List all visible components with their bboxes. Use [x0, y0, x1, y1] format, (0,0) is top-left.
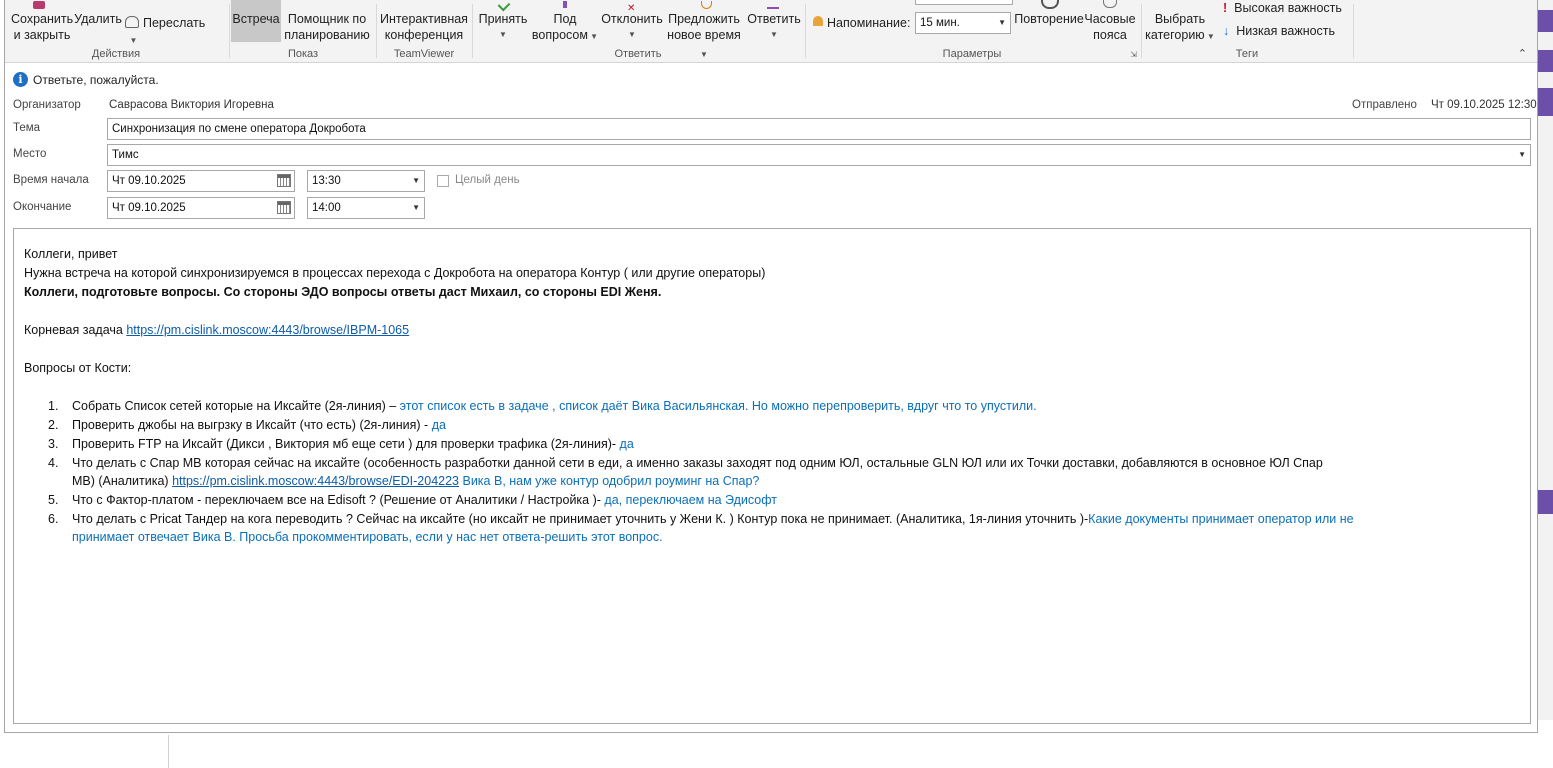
questions-title: Вопросы от Кости: — [24, 361, 132, 375]
chevron-down-icon[interactable]: ▼ — [412, 201, 420, 215]
all-day-checkbox[interactable] — [437, 175, 449, 187]
chevron-down-icon: ▼ — [1204, 32, 1215, 41]
low-importance-button[interactable]: ↓ Низкая важность — [1223, 23, 1335, 39]
reminder-select[interactable]: 15 мин. ▼ — [915, 12, 1011, 34]
chevron-down-icon: ▼ — [125, 36, 138, 45]
accept-button[interactable]: Принять ▼ — [473, 0, 533, 43]
chevron-down-icon[interactable]: ▼ — [412, 174, 420, 188]
timezones-button[interactable]: Часовые пояса — [1083, 0, 1137, 43]
info-text: Ответьте, пожалуйста. — [33, 72, 159, 87]
root-task-link[interactable]: https://pm.cislink.moscow:4443/browse/IB… — [126, 323, 409, 337]
recurrence-button[interactable]: Повторение — [1013, 0, 1085, 27]
chevron-down-icon: ▼ — [998, 18, 1006, 27]
group-label-reply: Ответить — [614, 48, 662, 60]
sent-label: Отправлено — [1352, 99, 1417, 111]
high-importance-icon: ! — [1223, 1, 1228, 15]
high-importance-button[interactable]: ! Высокая важность — [1223, 0, 1342, 16]
recurrence-icon — [1041, 0, 1059, 9]
low-importance-icon: ↓ — [1223, 24, 1230, 38]
chevron-down-icon: ▼ — [628, 30, 636, 39]
calendar-icon[interactable] — [277, 174, 291, 187]
group-label-show: Показ — [287, 48, 319, 60]
field-remnant — [915, 0, 1013, 5]
location-label: Место — [13, 148, 47, 160]
respond-icon — [767, 1, 779, 9]
message-body-editor[interactable]: Коллеги, привет Нужна встреча на которой… — [13, 228, 1531, 724]
all-day-label: Целый день — [455, 174, 520, 186]
background-window-right — [1537, 0, 1553, 720]
end-date-field[interactable]: Чт 09.10.2025 — [107, 197, 295, 219]
tentative-icon — [563, 1, 567, 8]
calendar-icon[interactable] — [277, 201, 291, 214]
meeting-window: Сохранить и закрыть Удалить Переслать ▼ … — [4, 0, 1538, 733]
decline-button[interactable]: ✕ Отклонить ▼ — [599, 3, 665, 43]
propose-time-icon — [701, 1, 712, 9]
meeting-view-button[interactable]: Встреча — [231, 0, 281, 42]
group-label-actions: Действия — [91, 48, 141, 60]
scheduling-assistant-button[interactable]: Помощник по планированию — [283, 11, 371, 43]
tentative-button[interactable]: Под вопросом ▼ — [529, 1, 601, 45]
respond-button[interactable]: Ответить ▼ — [745, 7, 803, 43]
sent-value: Чт 09.10.2025 12:30 — [1431, 99, 1537, 111]
teamviewer-conference-button[interactable]: Интерактивная конференция — [377, 11, 471, 43]
delete-button[interactable]: Удалить — [73, 11, 123, 27]
start-time-field[interactable]: 13:30 ▼ — [307, 170, 425, 192]
group-actions: Сохранить и закрыть Удалить Переслать ▼ … — [5, 0, 227, 62]
group-label-tags: Теги — [1235, 48, 1259, 60]
group-params: Напоминание: 15 мин. ▼ Повторение Часовы… — [807, 0, 1137, 62]
group-label-teamviewer: TeamViewer — [393, 48, 455, 60]
body-paragraph: Нужна встреча на которой синхронизируемс… — [24, 266, 766, 280]
save-close-icon — [33, 1, 45, 9]
forward-button[interactable]: Переслать ▼ — [125, 15, 221, 49]
organizer-value: Саврасова Виктория Игоревна — [109, 99, 274, 111]
info-bar: i Ответьте, пожалуйста. — [13, 72, 159, 87]
group-tags: Выбрать категорию ▼ ! Высокая важность ↓… — [1143, 0, 1351, 62]
categorize-button[interactable]: Выбрать категорию ▼ — [1143, 11, 1217, 45]
subject-field[interactable]: Синхронизация по смене оператора Докробо… — [107, 118, 1531, 140]
group-teamviewer: Интерактивная конференция TeamViewer — [377, 0, 471, 62]
end-time-field[interactable]: 14:00 ▼ — [307, 197, 425, 219]
reminder-bell-icon — [813, 16, 823, 26]
info-icon: i — [13, 72, 28, 87]
forward-icon — [125, 16, 139, 28]
start-label: Время начала — [13, 174, 89, 186]
edi-task-link[interactable]: https://pm.cislink.moscow:4443/browse/ED… — [172, 474, 459, 488]
organizer-label: Организатор — [13, 99, 81, 111]
timezones-icon — [1103, 0, 1117, 8]
body-greeting: Коллеги, привет — [24, 247, 118, 261]
group-show: Встреча Помощник по планированию Показ — [231, 0, 375, 62]
ribbon: Сохранить и закрыть Удалить Переслать ▼ … — [5, 0, 1537, 63]
dialog-launcher-icon[interactable]: ⇲ — [1130, 50, 1137, 59]
end-label: Окончание — [13, 201, 72, 213]
background-divider — [168, 735, 169, 768]
chevron-down-icon: ▼ — [587, 32, 599, 41]
chevron-down-icon: ▼ — [499, 30, 507, 39]
decline-icon: ✕ — [627, 3, 636, 14]
subject-label: Тема — [13, 122, 41, 134]
chevron-down-icon: ▼ — [770, 30, 778, 39]
start-date-field[interactable]: Чт 09.10.2025 — [107, 170, 295, 192]
save-close-button[interactable]: Сохранить и закрыть — [11, 1, 73, 43]
location-field[interactable]: Тимс ▼ — [107, 144, 1531, 166]
reminder-label: Напоминание: — [827, 16, 911, 30]
group-reply: Принять ▼ Под вопросом ▼ ✕ Отклонить ▼ П… — [473, 0, 803, 62]
group-label-params: Параметры — [942, 48, 1002, 60]
body-bold-paragraph: Коллеги, подготовьте вопросы. Со стороны… — [24, 285, 662, 299]
accept-icon — [497, 0, 511, 12]
collapse-ribbon-icon[interactable]: ⌃ — [1518, 47, 1527, 60]
root-task-line: Корневая задача https://pm.cislink.mosco… — [24, 323, 410, 337]
chevron-down-icon[interactable]: ▼ — [1518, 148, 1526, 162]
